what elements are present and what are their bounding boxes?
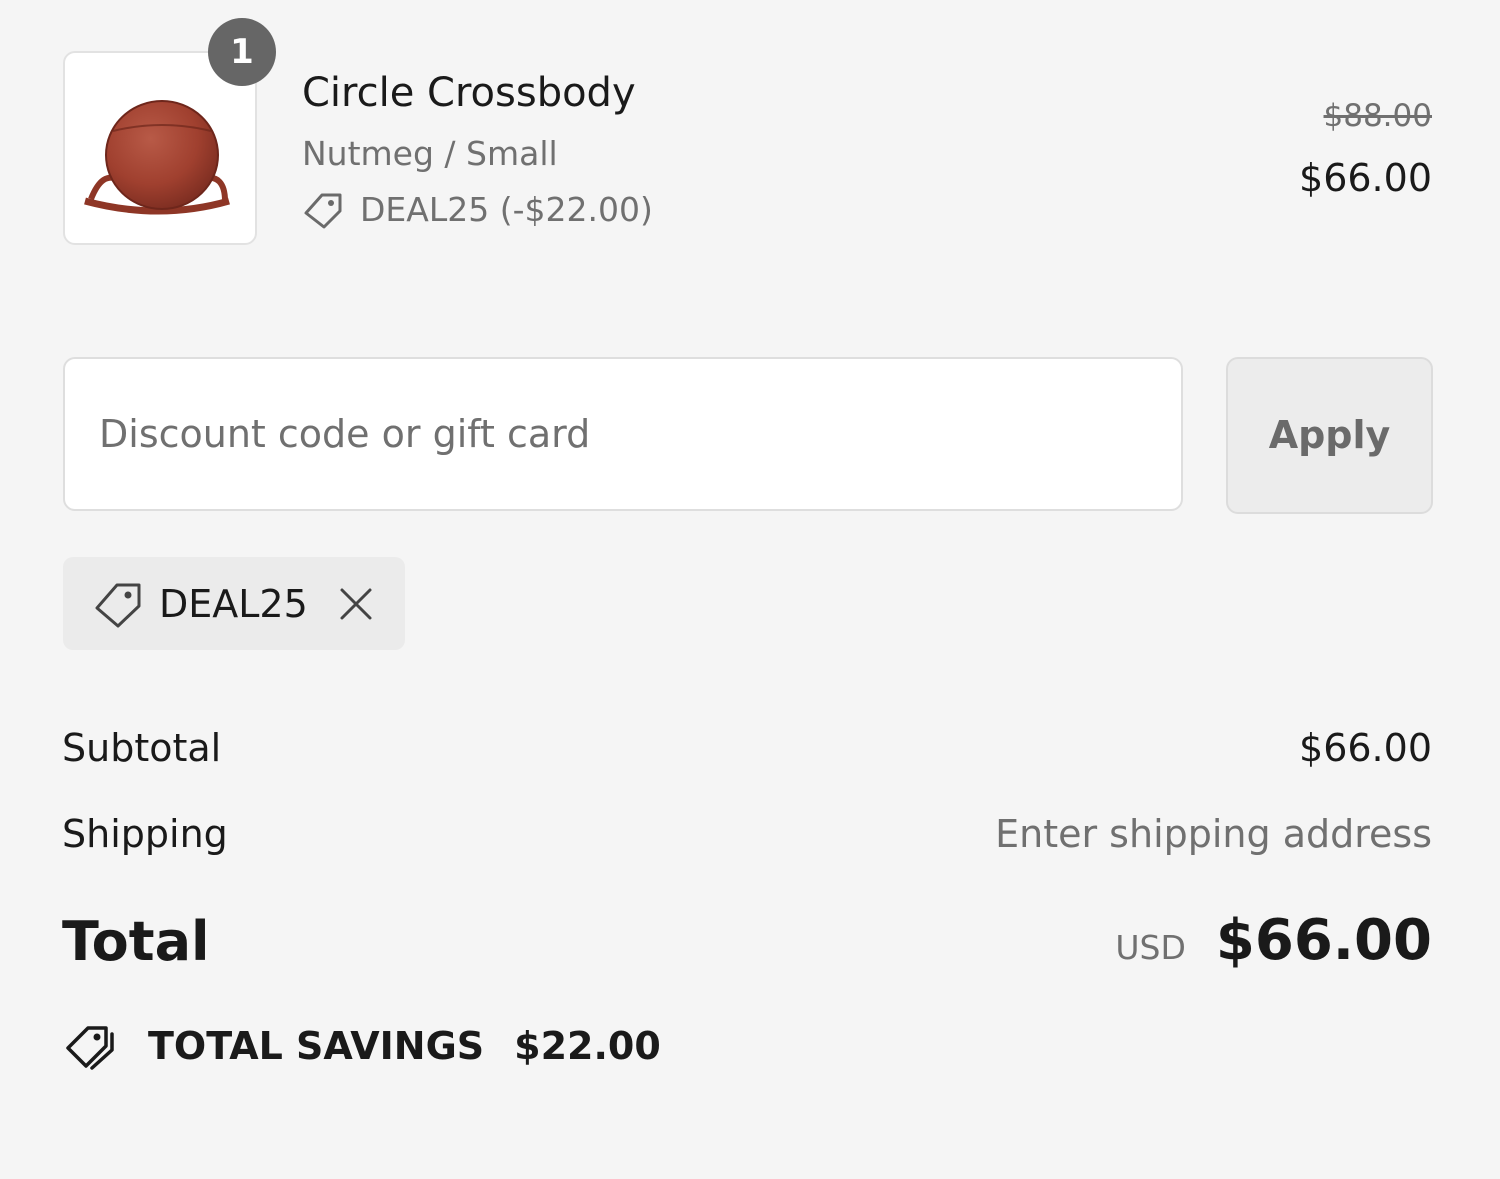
total-savings: TOTAL SAVINGS $22.00 [64, 1022, 661, 1070]
applied-discount-chip: DEAL25 [63, 557, 405, 650]
tags-icon [66, 1026, 114, 1070]
total-amount: $66.00 [1215, 908, 1432, 973]
subtotal-label: Subtotal [62, 726, 222, 770]
bag-thumbnail [84, 100, 230, 215]
original-price: $88.00 [1323, 98, 1432, 134]
remove-discount-button[interactable] [336, 584, 376, 624]
savings-label: TOTAL SAVINGS [148, 1024, 485, 1068]
discount-code-input[interactable] [63, 357, 1183, 511]
close-icon [340, 588, 372, 619]
apply-button[interactable]: Apply [1226, 357, 1433, 514]
savings-amount: $22.00 [514, 1024, 661, 1068]
total-value-group: USD $66.00 [1115, 908, 1432, 973]
shipping-value: Enter shipping address [995, 812, 1432, 856]
currency-code: USD [1115, 928, 1186, 967]
tag-icon [304, 193, 342, 228]
product-discount: DEAL25 (-$22.00) [302, 190, 653, 229]
subtotal-value: $66.00 [1299, 726, 1432, 770]
shipping-label: Shipping [62, 812, 228, 856]
total-label: Total [62, 910, 210, 973]
tag-icon [95, 583, 141, 627]
discounted-price: $66.00 [1299, 156, 1432, 200]
applied-code-label: DEAL25 [159, 581, 308, 626]
quantity-badge: 1 [208, 18, 276, 86]
product-variant: Nutmeg / Small [302, 134, 558, 173]
product-discount-label: DEAL25 (-$22.00) [360, 190, 653, 229]
product-title: Circle Crossbody [302, 70, 636, 116]
